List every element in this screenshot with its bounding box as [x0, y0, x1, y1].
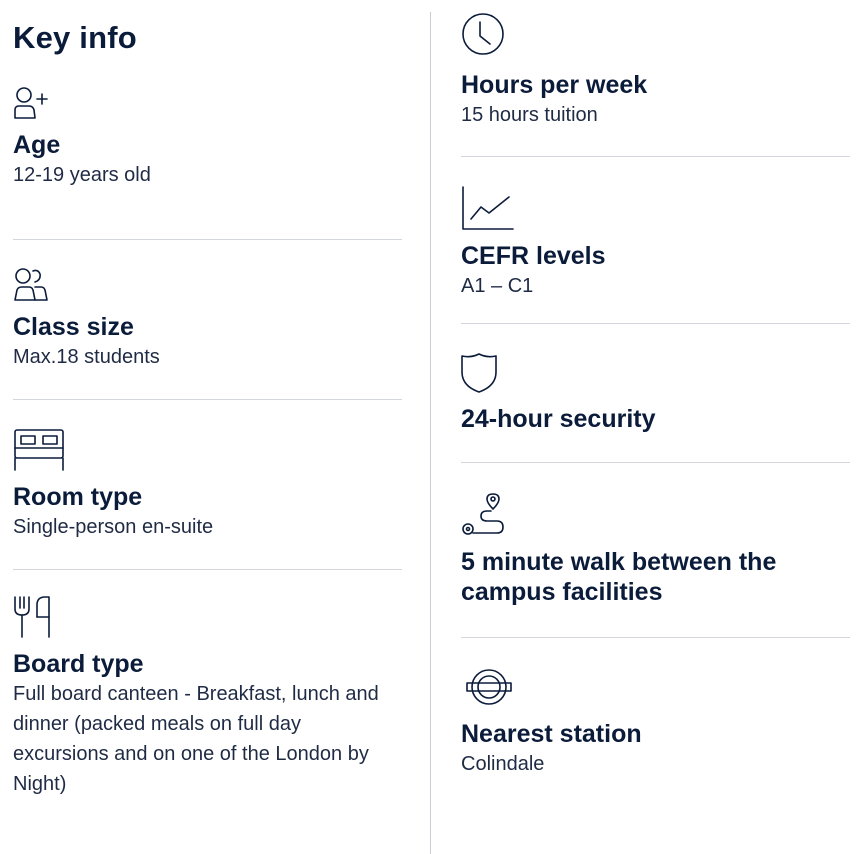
divider	[13, 399, 402, 400]
person-plus-icon	[13, 86, 73, 120]
item-heading: 5 minute walk between the campus facilit…	[461, 548, 777, 606]
item-heading: Room type	[13, 483, 143, 511]
item-value: Colindale	[461, 753, 545, 775]
people-icon	[13, 268, 73, 302]
route-pin-icon	[461, 493, 521, 537]
chart-line-icon	[461, 185, 521, 231]
item-heading: CEFR levels	[461, 242, 606, 270]
key-info-right-column: Hours per week 15 hours tuition CEFR lev…	[461, 12, 850, 779]
divider	[461, 637, 850, 638]
item-value: A1 – C1	[461, 275, 534, 297]
item-value: Full board canteen - Breakfast, lunch an…	[13, 683, 379, 795]
info-item-board-type: Board type Full board canteen - Breakfas…	[13, 595, 402, 799]
clock-icon	[461, 12, 521, 56]
item-heading: Nearest station	[461, 720, 642, 748]
divider	[461, 323, 850, 324]
divider	[461, 156, 850, 157]
item-value: 15 hours tuition	[461, 104, 598, 126]
page-title: Key info	[13, 20, 137, 55]
item-heading: Hours per week	[461, 71, 648, 99]
item-value: 12-19 years old	[13, 164, 151, 186]
divider	[461, 462, 850, 463]
info-item-hours-per-week: Hours per week 15 hours tuition	[461, 12, 850, 130]
info-item-24-hour-security: 24-hour security	[461, 352, 850, 434]
item-heading: Age	[13, 131, 61, 159]
item-heading: Class size	[13, 313, 134, 341]
underground-icon	[461, 665, 521, 709]
item-value: Max.18 students	[13, 346, 160, 368]
divider	[13, 569, 402, 570]
info-item-walking-distance: 5 minute walk between the campus facilit…	[461, 493, 850, 607]
divider	[13, 239, 402, 240]
info-item-cefr-levels: CEFR levels A1 – C1	[461, 185, 850, 301]
bed-icon	[13, 428, 73, 472]
info-item-age: Age 12-19 years old	[13, 86, 402, 212]
info-item-class-size: Class size Max.18 students	[13, 268, 402, 372]
shield-icon	[461, 352, 521, 394]
info-item-nearest-station: Nearest station Colindale	[461, 665, 850, 779]
column-divider	[430, 12, 431, 854]
info-item-room-type: Room type Single-person en-suite	[13, 428, 402, 542]
item-value: Single-person en-suite	[13, 516, 214, 538]
key-info-left-column: Age 12-19 years old Class size Max.18 st…	[13, 84, 402, 799]
item-heading: 24-hour security	[461, 405, 656, 433]
fork-knife-icon	[13, 595, 73, 639]
item-heading: Board type	[13, 650, 144, 678]
